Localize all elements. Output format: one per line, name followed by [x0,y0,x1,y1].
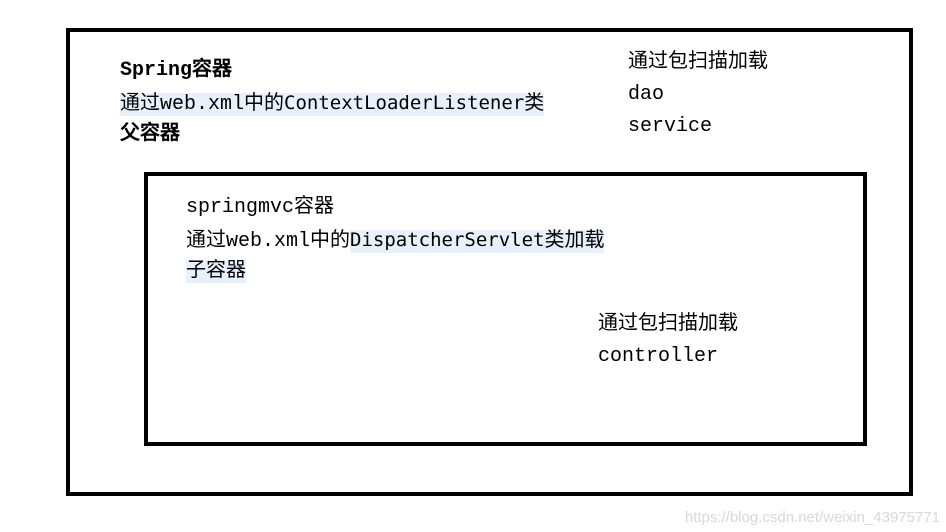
watermark: https://blog.csdn.net/weixin_43975771 [684,509,940,526]
outer-load-suffix: 类 [524,93,545,116]
inner-load-class: DispatcherServlet [350,229,545,251]
outer-scan-item: service [628,115,713,138]
inner-scan-title: 通过包扫描加载 [598,313,738,336]
inner-load-prefix: 通过web.xml中的 [186,230,351,253]
outer-scan-title: 通过包扫描加载 [628,51,768,74]
outer-role: 父容器 [120,123,180,146]
outer-load-prefix: 通过web.xml中的 [120,93,285,116]
outer-load-class: ContextLoaderListener [284,92,525,114]
inner-role: 子容器 [186,260,246,283]
inner-scan-item: controller [598,345,719,368]
outer-title: Spring容器 [120,59,233,82]
outer-scan-item: dao [628,83,665,106]
inner-load-suffix: 类加载 [544,230,605,253]
inner-container-label: springmvc容器 通过web.xml中的DispatcherServlet… [186,192,605,288]
outer-container-label: Spring容器 通过web.xml中的ContextLoaderListene… [120,55,545,151]
inner-title: springmvc容器 [186,196,335,219]
inner-scan-label: 通过包扫描加载 controller [598,309,738,373]
outer-scan-label: 通过包扫描加载 dao service [628,47,768,143]
